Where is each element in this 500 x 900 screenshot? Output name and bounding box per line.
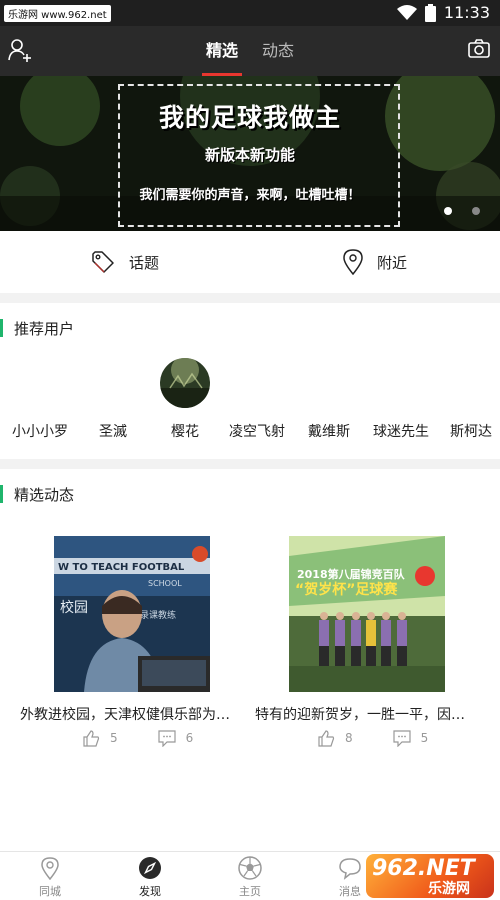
post-caption: 外教进校园，天津权健俱乐部为…: [20, 707, 230, 723]
battery-icon: [424, 3, 436, 22]
user-name: 凌空飞射: [229, 424, 285, 440]
nearby-label: 附近: [376, 253, 407, 272]
thumb-up-icon[interactable]: [317, 729, 335, 747]
user-name: 圣滅: [99, 424, 127, 440]
svg-text:录课教练: 录课教练: [140, 609, 176, 621]
post-stats: 5 6: [82, 729, 193, 747]
comment-icon[interactable]: [393, 729, 411, 747]
like-count: 5: [110, 731, 118, 745]
section-accent-bar: [0, 485, 3, 503]
user-name: 球迷先生: [373, 424, 429, 440]
thumb-up-icon[interactable]: [82, 729, 100, 747]
user-name: 斯柯达: [450, 424, 492, 440]
like-count: 8: [345, 731, 353, 745]
wifi-icon: [396, 4, 417, 20]
section-divider: [0, 293, 500, 303]
banner-slogan: 我们需要你的声音，来啊，吐槽吐槽！: [139, 188, 361, 203]
topics-label: 话题: [128, 253, 159, 272]
status-bar: 乐游网 www.962.net 11:33: [0, 0, 500, 26]
tab-featured[interactable]: 精选: [201, 26, 243, 76]
comment-count: 6: [185, 731, 194, 745]
user-name: 小小小罗: [12, 424, 68, 440]
watermark-line2: 乐游网: [428, 881, 470, 897]
user-name: 樱花: [171, 424, 199, 440]
top-header: 精选 动态: [0, 26, 500, 76]
status-icons: 11:33: [396, 3, 490, 22]
user-item[interactable]: 斯柯达: [441, 355, 500, 445]
svg-text:SCHOOL: SCHOOL: [148, 579, 182, 588]
post-image[interactable]: 2018第八届锦竞百队 “贺岁杯”足球赛: [289, 536, 445, 692]
featured-title: 精选动态: [14, 485, 75, 504]
quick-links: 话题 附近: [0, 231, 500, 293]
recommended-users-title: 推荐用户: [14, 319, 75, 338]
user-item[interactable]: 小小小罗: [0, 355, 80, 445]
svg-text:“贺岁杯”足球赛: “贺岁杯”足球赛: [295, 581, 398, 598]
user-item[interactable]: 樱花: [145, 355, 225, 445]
comment-count: 5: [420, 731, 429, 745]
promo-banner[interactable]: 我的足球我做主 新版本新功能 我们需要你的声音，来啊，吐槽吐槽！: [0, 76, 500, 231]
status-time: 11:33: [443, 3, 490, 22]
chat-bubble-icon: [339, 858, 361, 880]
compass-icon: [139, 857, 161, 879]
recommended-users-heading: 推荐用户: [0, 318, 74, 338]
user-item[interactable]: 圣滅: [73, 355, 153, 445]
banner-subtitle: 新版本新功能: [204, 146, 295, 164]
pagination-dot[interactable]: [444, 207, 452, 215]
location-icon: [41, 857, 59, 880]
nav-discover[interactable]: 发现: [100, 852, 200, 900]
post-image[interactable]: W TO TEACH FOOTBAL SCHOOL 校园 录课教练: [54, 536, 210, 692]
user-item[interactable]: 球迷先生: [361, 355, 441, 445]
topics-link[interactable]: 话题: [0, 231, 250, 293]
nav-label: 主页: [239, 885, 261, 898]
tab-feed[interactable]: 动态: [262, 26, 294, 76]
nav-label: 同城: [39, 885, 61, 898]
camera-icon[interactable]: [468, 38, 490, 64]
location-pin-icon: [343, 249, 363, 275]
user-item[interactable]: 戴维斯: [289, 355, 369, 445]
top-tabs: 精选 动态: [0, 26, 500, 76]
featured-heading: 精选动态: [0, 484, 74, 504]
pagination-dot[interactable]: [472, 207, 480, 215]
user-item[interactable]: 凌空飞射: [217, 355, 297, 445]
banner-title: 我的足球我做主: [158, 103, 341, 132]
avatar[interactable]: [160, 358, 210, 408]
soccer-ball-icon: [238, 856, 262, 880]
svg-text:W TO TEACH FOOTBAL: W TO TEACH FOOTBAL: [58, 562, 185, 573]
site-watermark: 乐游网 www.962.net: [4, 5, 111, 22]
banner-pagination: [444, 207, 480, 215]
nearby-link[interactable]: 附近: [250, 231, 500, 293]
tag-icon: [92, 251, 114, 273]
recommended-users-list: 小小小罗 圣滅 樱花 凌空飞射 戴维斯 球迷先生 斯柯达: [0, 355, 500, 445]
svg-text:2018第八届锦竞百队: 2018第八届锦竞百队: [297, 567, 406, 581]
comment-icon[interactable]: [158, 729, 176, 747]
nav-home[interactable]: 主页: [200, 852, 300, 900]
user-name: 戴维斯: [308, 424, 350, 440]
nav-label: 发现: [139, 885, 161, 898]
site-logo-watermark: 962.NET 乐游网: [366, 854, 494, 898]
post-stats: 8 5: [317, 729, 428, 747]
nav-local[interactable]: 同城: [0, 852, 100, 900]
svg-text:校园: 校园: [60, 599, 88, 616]
section-divider: [0, 459, 500, 469]
section-accent-bar: [0, 319, 3, 337]
post-caption: 特有的迎新贺岁，一胜一平，因…: [255, 707, 465, 723]
